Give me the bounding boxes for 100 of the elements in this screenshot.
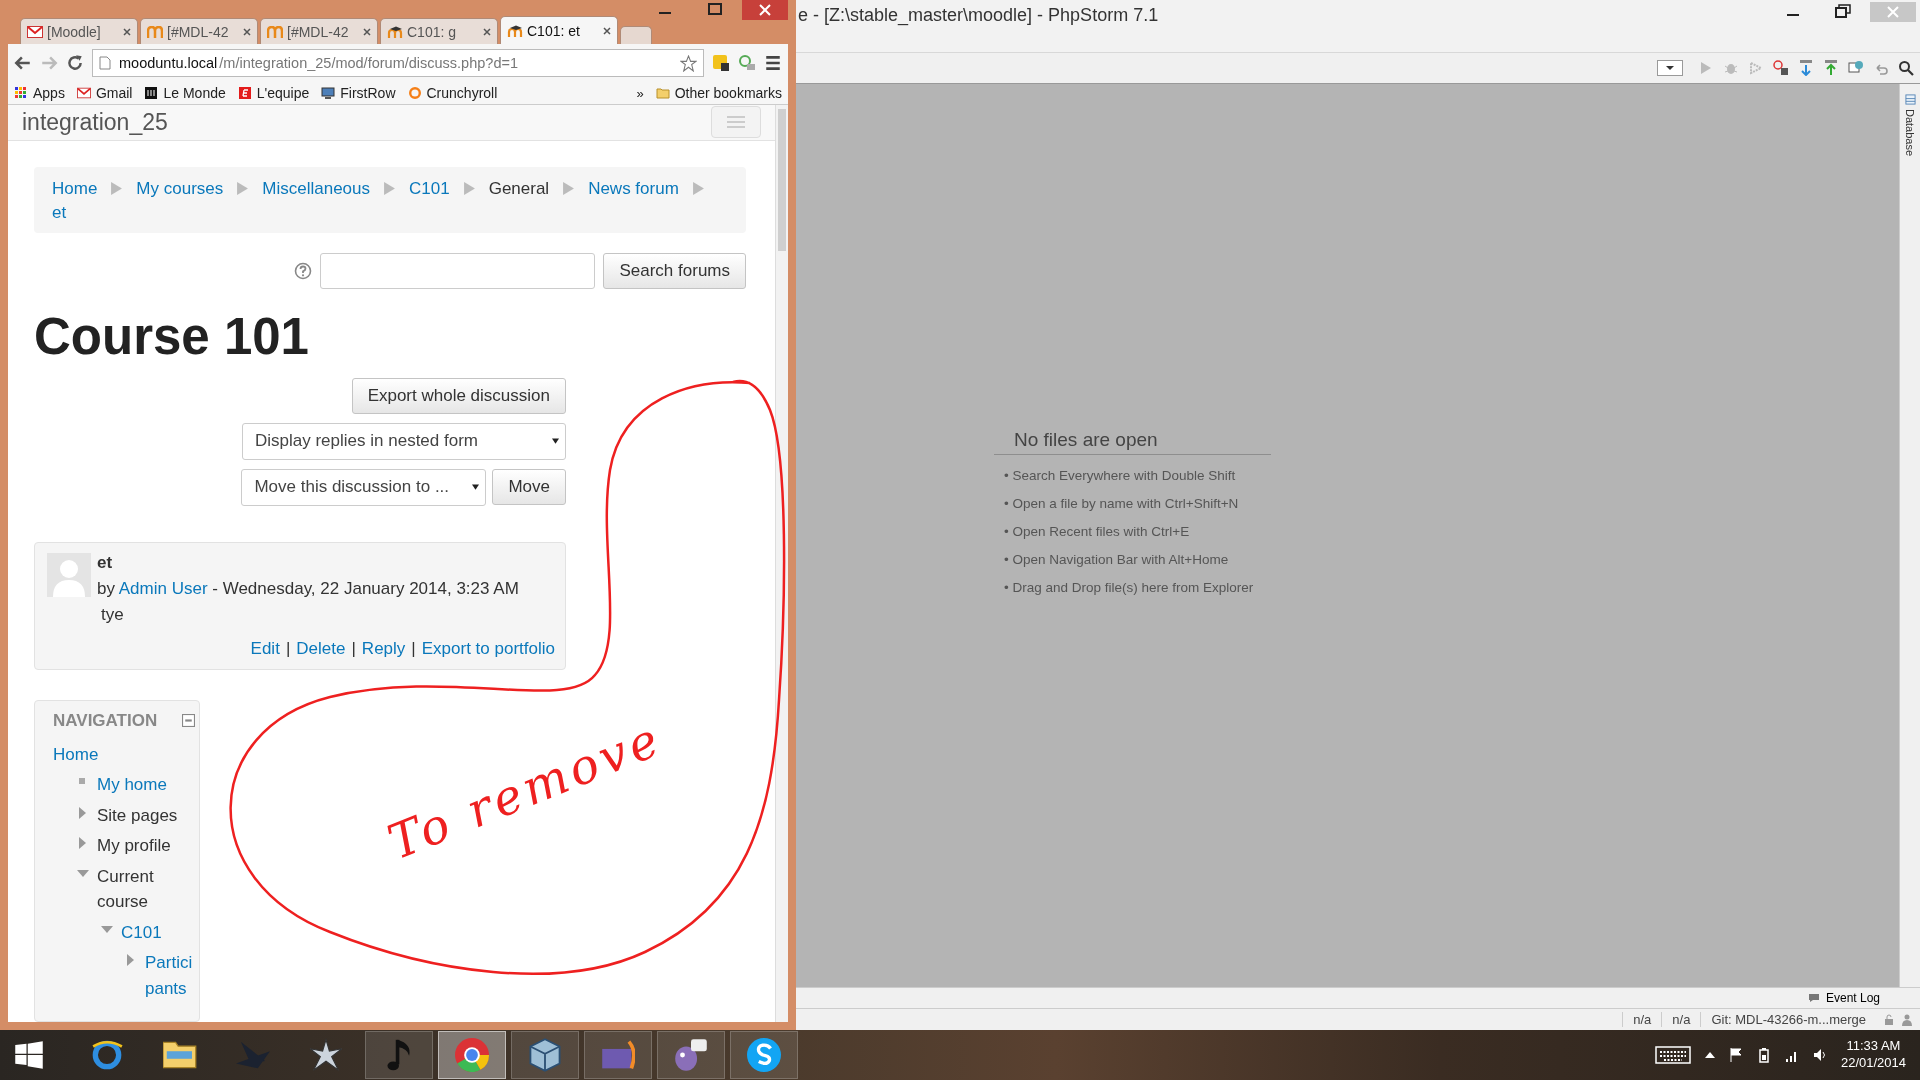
search-icon[interactable]: [1898, 60, 1914, 76]
separator-triangle-icon: [384, 182, 395, 195]
breadcrumb-item[interactable]: News forum: [588, 178, 679, 199]
separator-triangle-icon: [111, 182, 123, 195]
graduation-cap-icon: [387, 25, 403, 38]
close-icon[interactable]: [243, 27, 251, 36]
battery-icon[interactable]: [1756, 1047, 1771, 1063]
search-forums-button[interactable]: Search forums: [603, 252, 746, 289]
export-discussion-button[interactable]: Export whole discussion: [351, 377, 566, 414]
page-heading: Course 101: [34, 306, 310, 366]
breadcrumb-item[interactable]: Miscellaneous: [262, 178, 370, 199]
post-byline: by Admin User - Wednesday, 22 January 2014, 3:23 AM: [97, 578, 519, 599]
browser-tab[interactable]: [Moodle]: [20, 18, 138, 44]
move-button[interactable]: Move: [492, 468, 566, 505]
close-icon[interactable]: [603, 26, 611, 35]
dropdown-icon[interactable]: [1657, 60, 1683, 76]
history-icon[interactable]: [1848, 60, 1864, 76]
status-bar-field[interactable]: n/a: [1622, 1012, 1662, 1027]
tile-with-swoosh-icon: [601, 1038, 635, 1072]
flag-icon[interactable]: [1728, 1047, 1743, 1063]
star-icon[interactable]: [680, 54, 697, 72]
breadcrumb-item[interactable]: Home: [52, 178, 98, 199]
separator: |: [411, 638, 416, 659]
speaker-icon[interactable]: [1812, 1047, 1827, 1063]
breadcrumb-item[interactable]: C101: [409, 178, 450, 199]
navigation-item[interactable]: My profile: [97, 833, 171, 859]
more-bookmarks-chevron[interactable]: »: [636, 85, 644, 101]
keyboard-icon[interactable]: [1654, 1045, 1691, 1065]
post-action-link[interactable]: Reply: [361, 638, 406, 659]
breadcrumb-item[interactable]: My courses: [136, 178, 224, 199]
author-link[interactable]: Admin User: [118, 578, 208, 598]
extension-icon[interactable]: [712, 54, 730, 72]
folder-icon: [655, 87, 670, 99]
post-body: tye: [100, 604, 125, 625]
display-mode-select[interactable]: Display replies in nested form: [242, 422, 566, 460]
navigation-item[interactable]: Home: [53, 741, 99, 767]
bookmark[interactable]: Apps: [14, 85, 65, 101]
speech-bubble-icon: [1807, 993, 1820, 1003]
close-icon[interactable]: [483, 27, 491, 36]
status-bar-field[interactable]: n/a: [1661, 1012, 1701, 1027]
post-action-link[interactable]: Export to portfolio: [421, 638, 555, 659]
address-bar[interactable]: mooduntu.local/m/integration_25/mod/forum/discuss.php?d=1: [92, 49, 704, 77]
post-action-link[interactable]: Edit: [250, 638, 280, 659]
collapse-icon[interactable]: [182, 714, 195, 727]
close-icon[interactable]: [363, 27, 371, 36]
bird-icon: [674, 1038, 708, 1072]
database-tool-tab[interactable]: Database: [1904, 109, 1916, 157]
help-icon[interactable]: [294, 261, 313, 280]
browser-tab[interactable]: C101: et: [500, 16, 618, 44]
vcs-commit-icon[interactable]: [1823, 60, 1839, 76]
separator-triangle-icon: [237, 182, 249, 195]
taskbar-app[interactable]: [511, 1031, 579, 1079]
taskbar-app[interactable]: [657, 1031, 725, 1079]
bookmark[interactable]: Crunchyroll: [407, 85, 498, 101]
browser-tab[interactable]: [#MDL-42: [140, 18, 258, 44]
post-action-link[interactable]: Delete: [296, 638, 346, 659]
debug-listen-icon[interactable]: [1773, 60, 1789, 76]
breadcrumb-item[interactable]: et: [52, 202, 67, 223]
bookmark[interactable]: L'equipe: [237, 85, 310, 101]
clock[interactable]: 11:33 AM 22/01/2014: [1840, 1038, 1906, 1072]
user-silhouette-icon: [47, 552, 91, 597]
url-path: /m/integration_25/mod/forum/discuss.php?d=1: [219, 55, 519, 71]
reload-icon[interactable]: [66, 54, 84, 72]
browser-tab[interactable]: [#MDL-42: [260, 18, 378, 44]
site-name[interactable]: integration_25: [22, 108, 168, 136]
navigation-item[interactable]: Current course: [97, 863, 195, 915]
bookmark-folder[interactable]: Other bookmarks: [655, 85, 782, 101]
navigation-item[interactable]: Site pages: [97, 802, 178, 828]
close-icon[interactable]: [123, 27, 131, 36]
clock-time: 11:33 AM: [1846, 1038, 1901, 1055]
bookmark[interactable]: Le Monde: [144, 85, 226, 101]
bookmark[interactable]: Gmail: [76, 85, 133, 101]
scrollbar-thumb[interactable]: [778, 109, 786, 251]
square-icon: [237, 87, 252, 99]
block-title: NAVIGATION: [53, 710, 158, 731]
taskbar-app[interactable]: [730, 1031, 798, 1079]
search-field[interactable]: [320, 252, 596, 289]
envelope-icon: [76, 87, 91, 99]
editor-hint: • Drag and Drop file(s) here from Explorer: [1003, 580, 1255, 595]
close-icon[interactable]: [742, 0, 788, 20]
windows-logo-icon[interactable]: [14, 1040, 44, 1070]
menu-icon[interactable]: [764, 54, 782, 72]
browser-tab[interactable]: C101: g: [380, 18, 498, 44]
navigation-item[interactable]: C101: [121, 919, 162, 945]
arch-icon: [147, 25, 163, 38]
vcs-update-icon[interactable]: [1798, 60, 1814, 76]
monitor-icon: [321, 87, 336, 99]
window-title: e - [Z:\stable_master\moodle] - PhpStorm 7.1: [798, 4, 1159, 26]
event-log-button[interactable]: Event Log: [1825, 991, 1880, 1005]
navigation-item[interactable]: My home: [97, 772, 167, 798]
move-discussion-select[interactable]: Move this discussion to ...: [241, 468, 487, 506]
separator: |: [285, 638, 291, 659]
back-arrow-icon[interactable]: [14, 54, 32, 72]
arch-icon: [267, 25, 283, 38]
navigation-item[interactable]: Participants: [145, 950, 195, 1001]
bookmark[interactable]: FirstRow: [321, 85, 396, 101]
separator-triangle-icon: [463, 182, 475, 195]
status-bar-field[interactable]: Git: MDL-43266-m...merge: [1700, 1012, 1876, 1027]
editor-hint: • Open Recent files with Ctrl+E: [1003, 524, 1191, 539]
caret-up-icon[interactable]: [1704, 1051, 1715, 1059]
